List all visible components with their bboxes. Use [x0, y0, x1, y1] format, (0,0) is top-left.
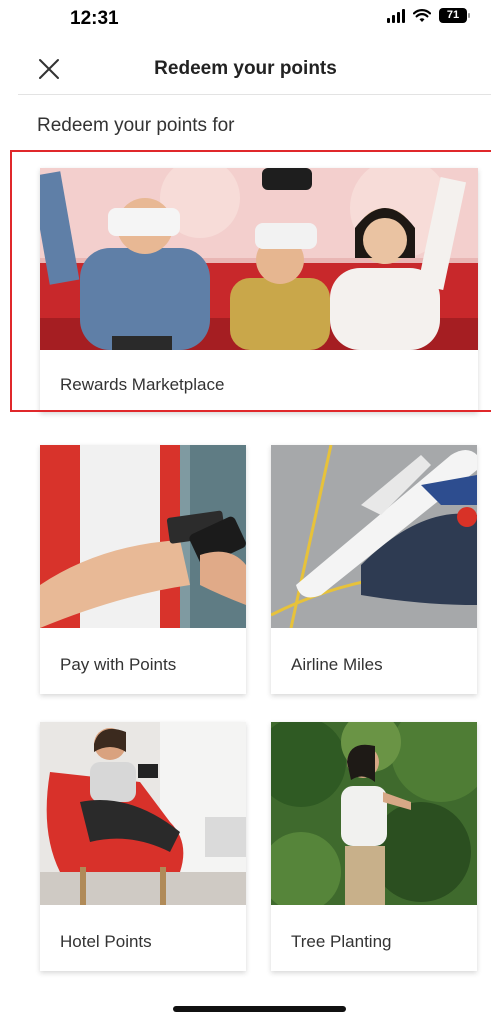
- card-label: Tree Planting: [291, 932, 392, 951]
- hotel-points-card[interactable]: Hotel Points: [40, 722, 246, 971]
- woman-in-red-chair-photo: [40, 722, 246, 905]
- airline-miles-card[interactable]: Airline Miles: [271, 445, 477, 694]
- status-time: 12:31: [70, 8, 119, 29]
- pay-with-points-card[interactable]: Pay with Points: [40, 445, 246, 694]
- family-vr-gaming-photo: [40, 168, 478, 350]
- card-label: Rewards Marketplace: [60, 375, 225, 394]
- status-icons: 71: [387, 8, 470, 23]
- header-divider: [18, 94, 491, 95]
- wifi-icon: [413, 8, 431, 22]
- rewards-marketplace-card[interactable]: Rewards Marketplace: [40, 168, 478, 412]
- card-label: Hotel Points: [60, 932, 152, 951]
- page-title: Redeem your points: [154, 58, 337, 79]
- section-title: Redeem your points for: [37, 115, 235, 136]
- home-indicator[interactable]: [173, 1006, 346, 1012]
- cellular-signal-icon: [387, 8, 405, 23]
- tree-planting-card[interactable]: Tree Planting: [271, 722, 477, 971]
- card-and-phone-photo: [40, 445, 246, 628]
- battery-level: 71: [446, 9, 460, 21]
- battery-icon: 71: [439, 8, 470, 23]
- woman-among-trees-photo: [271, 722, 477, 905]
- nav-bar: Redeem your points: [0, 44, 491, 94]
- card-label: Pay with Points: [60, 655, 177, 674]
- airplane-photo: [271, 445, 477, 628]
- card-label: Airline Miles: [291, 655, 383, 674]
- status-bar: 12:31 71: [0, 0, 491, 40]
